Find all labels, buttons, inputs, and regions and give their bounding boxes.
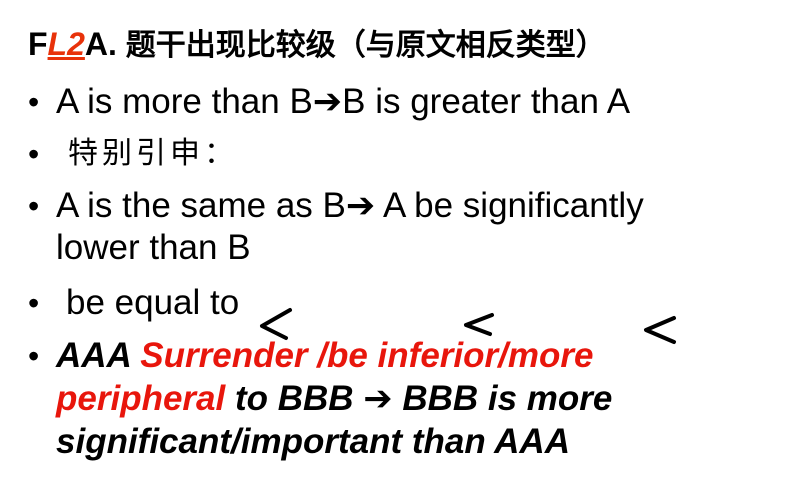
- less-than-mark: [644, 316, 676, 344]
- slide: FL2A. 题干出现比较级（与原文相反类型） • A is more than …: [0, 0, 802, 489]
- handwritten-annotations: [260, 308, 676, 344]
- less-than-mark: [260, 308, 292, 340]
- less-than-mark: [464, 313, 494, 336]
